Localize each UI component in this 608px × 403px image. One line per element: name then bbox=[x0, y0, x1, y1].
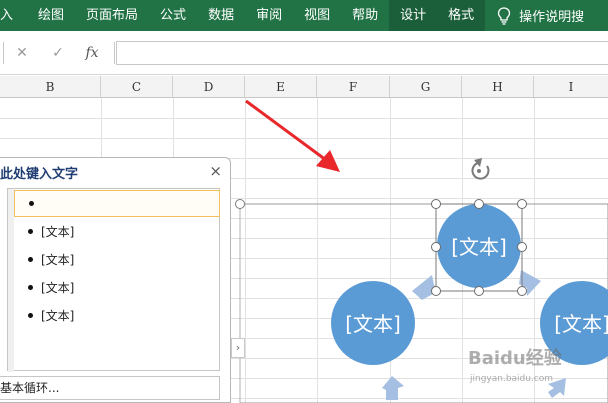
name-box[interactable] bbox=[0, 42, 4, 64]
bullet-icon bbox=[28, 229, 33, 234]
tab-help[interactable]: 帮助 bbox=[341, 0, 389, 31]
insert-function-button[interactable]: fx bbox=[80, 42, 104, 64]
bullet-item[interactable]: [文本] bbox=[14, 274, 220, 301]
column-header-d[interactable]: D bbox=[173, 76, 245, 98]
column-header-c[interactable]: C bbox=[101, 76, 173, 98]
grid-line bbox=[0, 138, 608, 139]
bullet-item[interactable]: [文本] bbox=[14, 246, 220, 273]
watermark-url: jingyan.baidu.com bbox=[469, 374, 553, 384]
bullet-text: [文本] bbox=[41, 309, 75, 323]
column-header-g[interactable]: G bbox=[390, 76, 462, 98]
resize-handle[interactable] bbox=[517, 286, 527, 296]
tell-me-box[interactable]: 操作说明搜 bbox=[485, 6, 584, 25]
tab-formulas[interactable]: 公式 bbox=[149, 0, 197, 31]
text-pane-title: 此处键入文字 bbox=[0, 167, 79, 182]
bullet-icon bbox=[28, 257, 33, 262]
bullet-icon bbox=[28, 313, 33, 318]
lightbulb-icon bbox=[498, 6, 511, 25]
bullet-item[interactable]: [文本] bbox=[14, 218, 220, 245]
resize-handle[interactable] bbox=[474, 199, 484, 209]
confirm-entry-button[interactable]: ✓ bbox=[46, 42, 70, 64]
cancel-entry-button[interactable]: ✕ bbox=[10, 42, 34, 64]
column-header-b[interactable]: B bbox=[0, 76, 101, 98]
bullet-text: [文本] bbox=[41, 225, 75, 239]
smartart-text-pane: 此处键入文字 × [文本] [文本] [文本] [文本] 基本循环... bbox=[0, 157, 231, 403]
ribbon-tab-bar: 入 绘图 页面布局 公式 数据 审阅 视图 帮助 设计 格式 操作说明搜 bbox=[0, 0, 608, 31]
tab-draw[interactable]: 绘图 bbox=[27, 0, 75, 31]
bullet-icon bbox=[29, 201, 34, 206]
layout-name-link[interactable]: 基本循环... bbox=[0, 376, 220, 400]
tab-view[interactable]: 视图 bbox=[293, 0, 341, 31]
column-header-i[interactable]: I bbox=[534, 76, 608, 98]
tab-data[interactable]: 数据 bbox=[197, 0, 245, 31]
tab-design[interactable]: 设计 bbox=[389, 0, 438, 31]
bullet-item[interactable] bbox=[14, 190, 220, 217]
column-header-e[interactable]: E bbox=[245, 76, 317, 98]
column-header-f[interactable]: F bbox=[317, 76, 390, 98]
resize-handle[interactable] bbox=[517, 242, 527, 252]
column-header-h[interactable]: H bbox=[462, 76, 534, 98]
tab-format[interactable]: 格式 bbox=[437, 0, 486, 31]
resize-handle[interactable] bbox=[431, 199, 441, 209]
node-label-right: [文本] bbox=[554, 312, 608, 336]
tab-page-layout[interactable]: 页面布局 bbox=[75, 0, 149, 31]
watermark: Baidu经验 jingyan.baidu.com bbox=[468, 347, 563, 384]
text-pane-toggle-button[interactable]: › bbox=[231, 338, 245, 358]
watermark-brand: Baidu经验 bbox=[468, 347, 563, 369]
node-label-top: [文本] bbox=[451, 235, 507, 259]
bullet-text: [文本] bbox=[41, 281, 75, 295]
bullet-list: [文本] [文本] [文本] [文本] bbox=[7, 188, 220, 372]
tell-me-label: 操作说明搜 bbox=[519, 10, 585, 25]
grid-line bbox=[0, 118, 608, 119]
resize-handle[interactable] bbox=[431, 286, 441, 296]
bullet-item[interactable]: [文本] bbox=[14, 302, 220, 329]
tab-insert[interactable]: 入 bbox=[0, 0, 27, 31]
formula-input[interactable] bbox=[116, 41, 608, 65]
frame-resize-handle[interactable] bbox=[235, 199, 245, 209]
bullet-text: [文本] bbox=[41, 253, 75, 267]
resize-handle[interactable] bbox=[474, 286, 484, 296]
resize-handle[interactable] bbox=[431, 242, 441, 252]
close-icon[interactable]: × bbox=[209, 162, 222, 180]
formula-divider bbox=[114, 42, 115, 64]
bullet-icon bbox=[28, 285, 33, 290]
tab-review[interactable]: 审阅 bbox=[245, 0, 293, 31]
node-label-left: [文本] bbox=[345, 312, 401, 336]
formula-bar: ✕ ✓ fx bbox=[0, 31, 608, 75]
resize-handle[interactable] bbox=[517, 199, 527, 209]
